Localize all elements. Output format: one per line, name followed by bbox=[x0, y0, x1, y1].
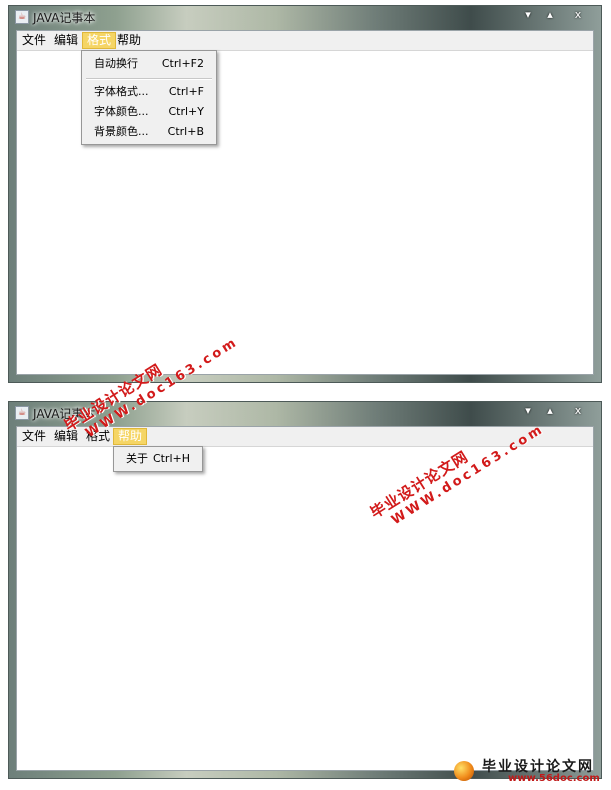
menu-help[interactable]: 帮助 bbox=[113, 32, 145, 49]
menu-item-label: 字体格式... bbox=[94, 85, 149, 98]
help-dropdown: 关于 Ctrl+H bbox=[113, 446, 203, 472]
menu-item-word-wrap[interactable]: 自动换行 Ctrl+F2 bbox=[82, 54, 216, 74]
text-area[interactable]: 文件 编辑 格式 帮助 关于 Ctrl+H bbox=[16, 426, 594, 771]
maximize-icon[interactable]: ▴ bbox=[541, 8, 559, 21]
menu-item-font-format[interactable]: 字体格式... Ctrl+F bbox=[82, 82, 216, 102]
menu-item-background-color[interactable]: 背景颜色... Ctrl+B bbox=[82, 122, 216, 142]
menu-help[interactable]: 帮助 bbox=[113, 428, 148, 445]
menu-item-label: 背景颜色... bbox=[94, 125, 149, 138]
menu-item-accelerator: Ctrl+H bbox=[152, 452, 190, 465]
menu-format[interactable]: 格式 bbox=[82, 32, 117, 49]
format-dropdown: 自动换行 Ctrl+F2 字体格式... Ctrl+F 字体颜色... Ctrl… bbox=[81, 50, 217, 145]
menu-file[interactable]: 文件 bbox=[18, 428, 50, 445]
maximize-icon[interactable]: ▴ bbox=[541, 404, 559, 417]
menu-file[interactable]: 文件 bbox=[18, 32, 50, 49]
menu-item-font-color[interactable]: 字体颜色... Ctrl+Y bbox=[82, 102, 216, 122]
java-app-icon: ☕ bbox=[15, 406, 29, 420]
logo-url: www.56doc.com bbox=[508, 773, 600, 784]
menu-item-about[interactable]: 关于 Ctrl+H bbox=[114, 449, 202, 469]
java-app-icon: ☕ bbox=[15, 10, 29, 24]
menu-edit[interactable]: 编辑 bbox=[50, 32, 82, 49]
menu-item-accelerator: Ctrl+F2 bbox=[161, 57, 204, 70]
notepad-window-format-menu: ☕ JAVA记事本 ▾ ▴ x 文件 编辑 格式 帮助 自动换行 Ctrl+F2… bbox=[8, 5, 602, 383]
notepad-window-help-menu: ☕ JAVA记事本 ▾ ▴ x 文件 编辑 格式 帮助 关于 Ctrl+H bbox=[8, 401, 602, 779]
menu-bar: 文件 编辑 格式 帮助 bbox=[17, 31, 593, 51]
menu-item-accelerator: Ctrl+Y bbox=[168, 105, 204, 118]
menu-item-label: 字体颜色... bbox=[94, 105, 149, 118]
menu-item-accelerator: Ctrl+F bbox=[168, 85, 204, 98]
menu-item-label: 关于 bbox=[126, 452, 148, 465]
minimize-icon[interactable]: ▾ bbox=[519, 8, 537, 21]
title-bar[interactable]: ☕ JAVA记事本 ▾ ▴ x bbox=[9, 6, 601, 30]
window-title: JAVA记事本 bbox=[33, 11, 96, 25]
text-area[interactable]: 文件 编辑 格式 帮助 自动换行 Ctrl+F2 字体格式... Ctrl+F … bbox=[16, 30, 594, 375]
close-icon[interactable]: x bbox=[569, 8, 587, 21]
menu-separator bbox=[86, 78, 212, 80]
menu-item-accelerator: Ctrl+B bbox=[167, 125, 204, 138]
menu-item-label: 自动换行 bbox=[94, 57, 138, 70]
site-logo: 毕业设计论文网 www.56doc.com bbox=[448, 755, 608, 787]
close-icon[interactable]: x bbox=[569, 404, 587, 417]
logo-ball-icon bbox=[454, 761, 474, 781]
